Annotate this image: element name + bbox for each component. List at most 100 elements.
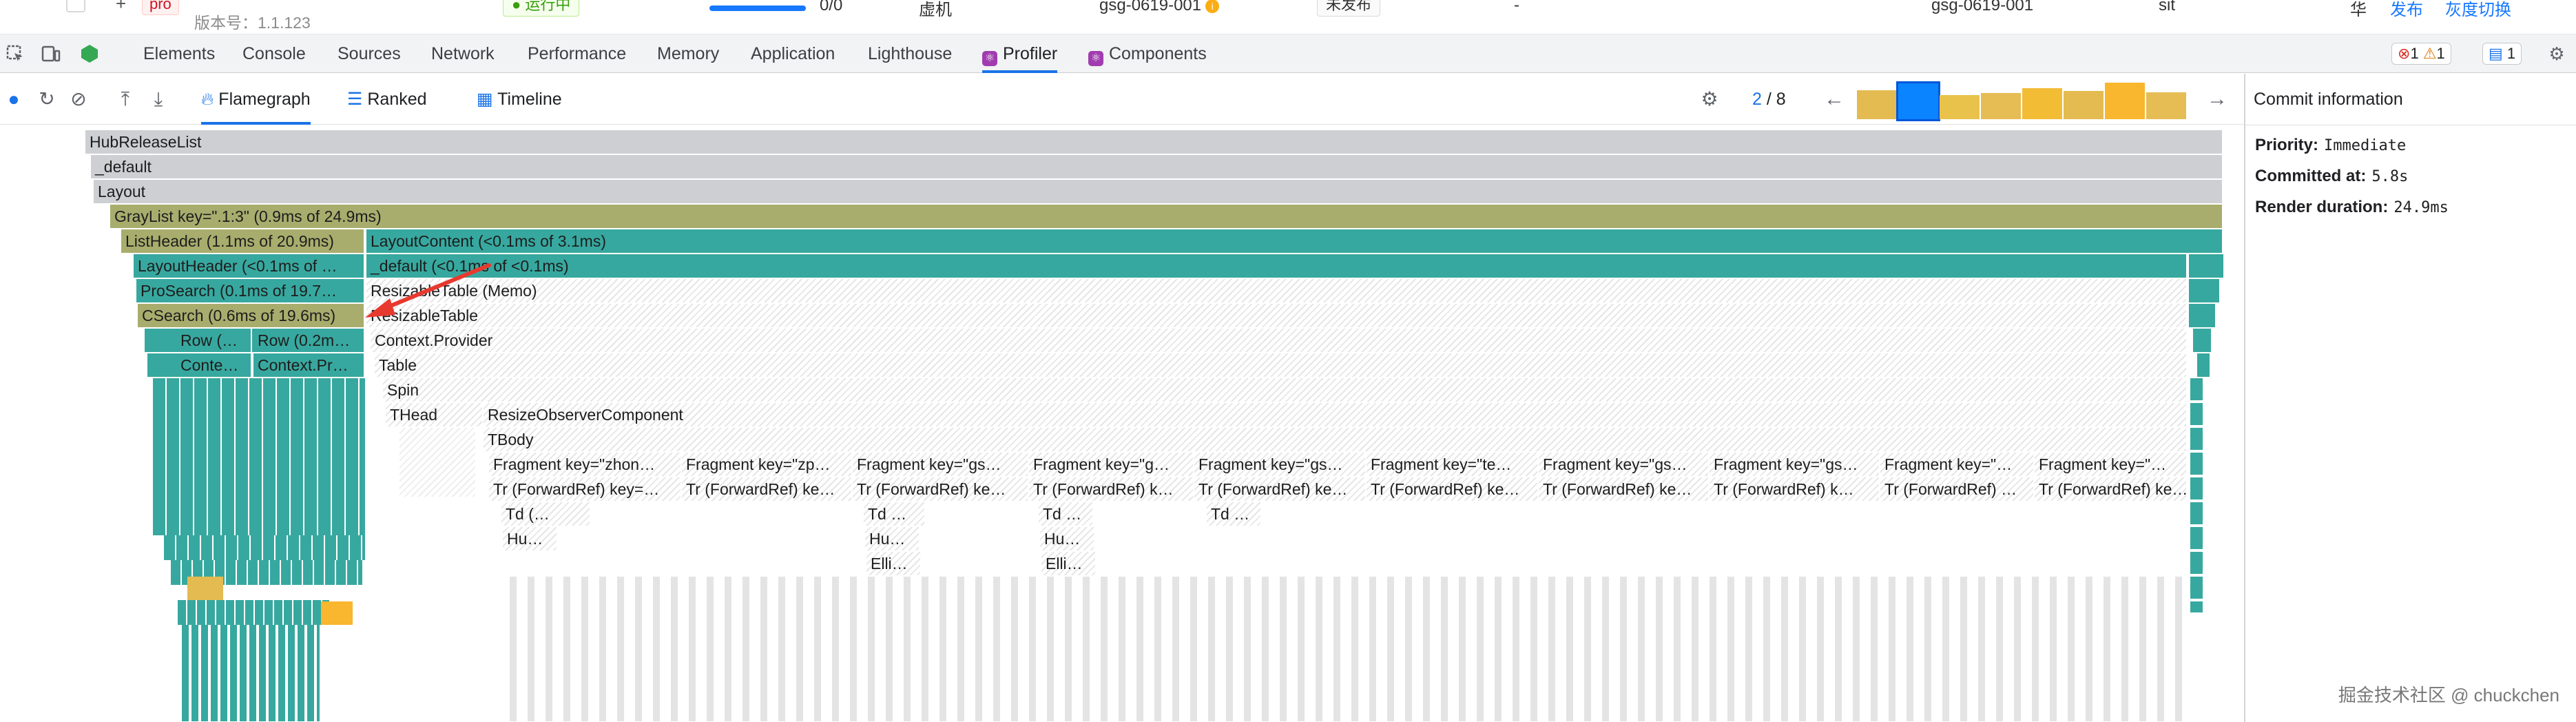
flame-node[interactable]: GrayList key=".1:3" (0.9ms of 24.9ms)	[110, 205, 2223, 228]
record-icon[interactable]: ●	[1, 87, 26, 112]
flame-node[interactable]: Fragment key="te…	[1367, 453, 1539, 476]
commit-selector[interactable]	[1857, 79, 2190, 121]
flame-node[interactable]: Hu…	[1040, 527, 1095, 550]
flame-node[interactable]: Elli…	[866, 552, 922, 575]
tab-components[interactable]: ⚛ Components	[1088, 34, 1207, 73]
commit-bar[interactable]	[1896, 81, 1940, 121]
flame-node[interactable]: THead	[386, 403, 484, 426]
flame-node[interactable]: Elli…	[1041, 552, 1097, 575]
flame-node[interactable]: Td …	[1207, 502, 1262, 526]
flame-node[interactable]	[2197, 353, 2210, 377]
flame-node[interactable]: Td …	[864, 502, 926, 526]
tab-ranked[interactable]: ☰ Ranked	[347, 74, 427, 125]
flame-node[interactable]	[2193, 329, 2211, 352]
flame-subtree[interactable]	[164, 535, 365, 560]
issue-counts[interactable]: ⊗1 ⚠1	[2391, 43, 2451, 65]
tab-lighthouse[interactable]: Lighthouse	[868, 34, 952, 73]
tab-memory[interactable]: Memory	[657, 34, 719, 73]
tab-flamegraph[interactable]: 🔥︎ Flamegraph	[201, 74, 311, 125]
flame-node[interactable]: Fragment key="zp…	[682, 453, 853, 476]
flame-node[interactable]: Tr (ForwardRef) k…	[1029, 477, 1194, 501]
flame-node[interactable]: Layout	[94, 180, 2223, 203]
flame-node[interactable]: HubReleaseList	[85, 130, 2223, 154]
profiler-settings-icon[interactable]: ⚙	[1697, 87, 1722, 112]
publish-link[interactable]: 发布	[2390, 0, 2423, 20]
flame-node[interactable]: ProSearch (0.1ms of 19.7…	[136, 279, 365, 302]
flame-node[interactable]: Tr (ForwardRef) key=…	[489, 477, 682, 501]
flame-node-hot[interactable]	[321, 601, 353, 625]
flame-node[interactable]: Hu…	[865, 527, 920, 550]
flame-node[interactable]: Conte…	[176, 353, 252, 377]
flame-node[interactable]	[147, 353, 176, 377]
flame-node[interactable]: Fragment key="zhon…	[489, 453, 682, 476]
flame-node[interactable]: _default (<0.1ms of <0.1ms)	[366, 254, 2188, 278]
flame-node-hot[interactable]	[187, 577, 223, 600]
flame-node[interactable]: Tr (ForwardRef) ke…	[2035, 477, 2188, 501]
reload-icon[interactable]: ↻	[34, 87, 59, 112]
flame-node[interactable]: Tr (ForwardRef) …	[1880, 477, 2035, 501]
flame-node[interactable]: Fragment key="gs…	[853, 453, 1029, 476]
flame-subtree[interactable]	[153, 378, 365, 535]
commit-bar[interactable]	[1857, 90, 1897, 119]
flame-node[interactable]: TBody	[484, 428, 2188, 451]
flame-node[interactable]	[145, 329, 176, 352]
flame-node[interactable]: Tr (ForwardRef) ke…	[1367, 477, 1539, 501]
flame-node[interactable]: _default	[91, 155, 2223, 178]
flame-node[interactable]	[2189, 254, 2223, 278]
gray-switch-link[interactable]: 灰度切换	[2445, 0, 2511, 20]
flame-node[interactable]: ResizeObserverComponent	[484, 403, 2188, 426]
flame-node[interactable]: Fragment key="…	[1880, 453, 2035, 476]
settings-gear-icon[interactable]: ⚙	[2544, 41, 2569, 66]
commit-bar[interactable]	[2105, 83, 2145, 119]
flame-node[interactable]: LayoutHeader (<0.1ms of …	[134, 254, 365, 278]
tab-performance[interactable]: Performance	[528, 34, 626, 73]
flame-node[interactable]: Row (0.2m…	[253, 329, 365, 352]
flame-node[interactable]: Fragment key="…	[2035, 453, 2188, 476]
flame-subtree[interactable]	[178, 600, 329, 625]
flame-node[interactable]: Hu…	[503, 527, 558, 550]
commit-bar[interactable]	[1940, 95, 1980, 119]
flame-node[interactable]: Tr (ForwardRef) ke…	[853, 477, 1029, 501]
tab-profiler[interactable]: ⚛ Profiler	[982, 34, 1058, 73]
commit-bar[interactable]	[1981, 93, 2021, 119]
inspect-element-icon[interactable]	[3, 41, 28, 66]
flame-node[interactable]: Tr (ForwardRef) k…	[1710, 477, 1880, 501]
flame-node[interactable]: ResizableTable (Memo)	[366, 279, 2188, 302]
flame-node[interactable]: Fragment key="gs…	[1539, 453, 1710, 476]
tab-network[interactable]: Network	[431, 34, 495, 73]
flame-node[interactable]: Td …	[1039, 502, 1094, 526]
flame-node[interactable]: Tr (ForwardRef) ke…	[682, 477, 853, 501]
commit-bar[interactable]	[2146, 92, 2186, 119]
flame-node[interactable]: Context.Pr…	[253, 353, 365, 377]
commit-bar[interactable]	[2022, 88, 2062, 119]
flame-node[interactable]: Tr (ForwardRef) ke…	[1539, 477, 1710, 501]
flame-node[interactable]: LayoutContent (<0.1ms of 3.1ms)	[366, 229, 2223, 253]
flame-node[interactable]: Td (…	[501, 502, 591, 526]
flame-node[interactable]: ListHeader (1.1ms of 20.9ms)	[121, 229, 365, 253]
info-icon[interactable]: i	[1205, 0, 1220, 13]
expand-plus-icon[interactable]: +	[116, 0, 126, 14]
flame-node[interactable]	[2189, 279, 2219, 302]
flame-node[interactable]: Fragment key="g…	[1029, 453, 1194, 476]
tab-console[interactable]: Console	[242, 34, 306, 73]
save-profile-icon[interactable]: ⤓	[146, 87, 171, 112]
flame-node[interactable]: Context.Provider	[371, 329, 2188, 352]
next-commit-icon[interactable]: →	[2207, 87, 2227, 112]
flame-node[interactable]: ResizableTable	[366, 304, 2188, 327]
device-toolbar-icon[interactable]	[39, 41, 63, 66]
row-checkbox[interactable]	[66, 0, 85, 12]
flame-subtree[interactable]	[2190, 378, 2203, 612]
flame-node[interactable]: Fragment key="gs…	[1194, 453, 1367, 476]
load-profile-icon[interactable]: ⤒	[113, 87, 138, 112]
tab-sources[interactable]: Sources	[337, 34, 401, 73]
flame-node[interactable]: Spin	[383, 378, 2188, 402]
clear-icon[interactable]: ⊘	[66, 87, 91, 112]
prev-commit-icon[interactable]: ←	[1824, 87, 1845, 112]
flame-node[interactable]	[2189, 304, 2215, 327]
flame-node[interactable]: CSearch (0.6ms of 19.6ms)	[138, 304, 365, 327]
flame-node[interactable]: Table	[375, 353, 2188, 377]
flame-node[interactable]: Tr (ForwardRef) ke…	[1194, 477, 1367, 501]
flame-node[interactable]: Row (…	[176, 329, 252, 352]
tab-application[interactable]: Application	[751, 34, 835, 73]
message-count[interactable]: ▤ 1	[2482, 43, 2522, 65]
